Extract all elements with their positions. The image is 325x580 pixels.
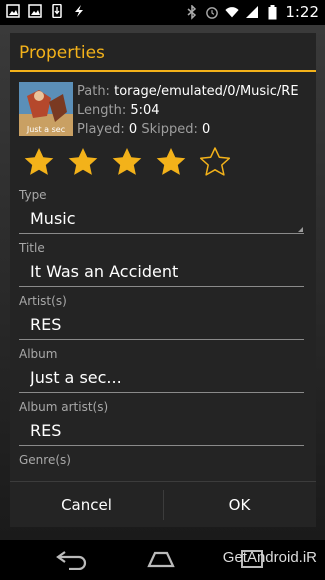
- track-info: Just a sec Path: torage/emulated/0/Music…: [19, 82, 316, 140]
- path-value: torage/emulated/0/Music/RE: [114, 84, 299, 99]
- stats-row: Played: 0 Skipped: 0: [77, 120, 315, 139]
- status-bar: 1:22: [0, 0, 325, 25]
- length-label: Length:: [77, 103, 127, 118]
- watermark: GetAndroid.iR: [222, 549, 317, 566]
- home-icon[interactable]: [143, 548, 179, 574]
- alarm-icon: [205, 5, 219, 19]
- image-icon: [6, 4, 20, 18]
- info-lines: Path: torage/emulated/0/Music/RE Length:…: [77, 82, 315, 139]
- bluetooth-icon: [185, 4, 199, 20]
- dialog-header: Properties: [10, 33, 316, 71]
- dialog-title: Properties: [19, 43, 105, 63]
- field-label: Type: [19, 188, 47, 202]
- field-underline: [19, 392, 304, 393]
- header-divider: [10, 70, 316, 72]
- field-label: Album: [19, 347, 58, 361]
- battery-icon: [265, 4, 279, 19]
- path-row: Path: torage/emulated/0/Music/RE: [77, 82, 315, 101]
- length-row: Length: 5:04: [77, 101, 315, 120]
- rating-stars[interactable]: [23, 146, 231, 178]
- type-select[interactable]: Music: [30, 209, 300, 228]
- clock: 1:22: [285, 3, 319, 21]
- bolt-icon: [72, 4, 86, 18]
- played-label: Played:: [77, 122, 125, 137]
- properties-dialog: Properties Just a sec Path: torage/emula…: [10, 33, 316, 527]
- ok-button[interactable]: OK: [163, 482, 316, 527]
- field-input[interactable]: Just a sec...: [30, 368, 300, 387]
- skipped-value: 0: [201, 122, 211, 137]
- cancel-button[interactable]: Cancel: [10, 482, 163, 527]
- skipped-label: Skipped:: [141, 122, 198, 137]
- played-value: 0: [128, 122, 138, 137]
- field-underline: [19, 233, 304, 234]
- star-filled-icon[interactable]: [67, 146, 99, 178]
- svg-text:Just a sec: Just a sec: [26, 125, 65, 134]
- field-label: Genre(s): [19, 453, 71, 467]
- navigation-bar: GetAndroid.iR: [0, 540, 325, 580]
- path-label: Path:: [77, 84, 110, 99]
- album-artwork: Just a sec: [19, 82, 73, 136]
- field-underline: [19, 286, 304, 287]
- star-filled-icon[interactable]: [23, 146, 55, 178]
- wifi-icon: [225, 5, 239, 19]
- field-label: Title: [19, 241, 45, 255]
- field-underline: [19, 445, 304, 446]
- star-filled-icon[interactable]: [111, 146, 143, 178]
- signal-icon: [245, 5, 259, 19]
- field-label: Artist(s): [19, 294, 67, 308]
- field-label: Album artist(s): [19, 400, 109, 414]
- star-empty-icon[interactable]: [199, 146, 231, 178]
- field-input[interactable]: RES: [30, 421, 300, 440]
- field-input[interactable]: RES: [30, 315, 300, 334]
- phone-download-icon: [50, 4, 64, 18]
- dropdown-caret-icon: [298, 227, 303, 232]
- length-value: 5:04: [130, 103, 160, 118]
- field-underline: [19, 339, 304, 340]
- dialog-buttons: Cancel OK: [10, 481, 316, 527]
- image-icon: [28, 4, 42, 18]
- field-input[interactable]: It Was an Accident: [30, 262, 300, 281]
- back-icon[interactable]: [55, 548, 89, 574]
- star-filled-icon[interactable]: [155, 146, 187, 178]
